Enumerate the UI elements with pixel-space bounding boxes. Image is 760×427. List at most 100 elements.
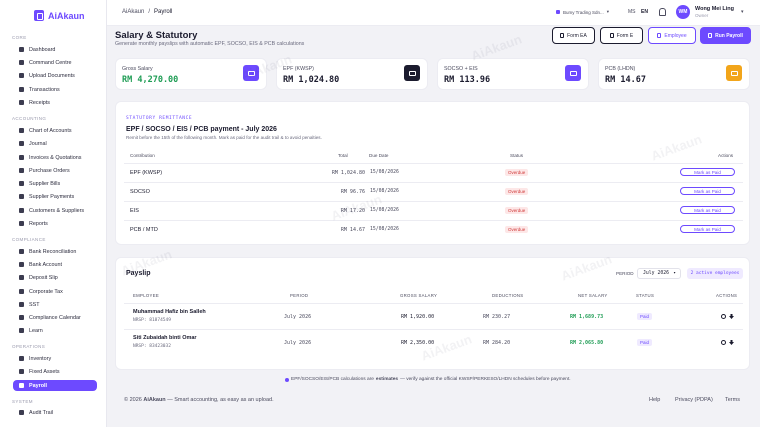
app-logo[interactable]: AiAkaun — [34, 10, 85, 21]
view-icon[interactable] — [721, 340, 726, 345]
form-e-button[interactable]: Form E — [600, 27, 643, 44]
employee-name: Muhammad Hafiz bin Salleh — [133, 309, 206, 315]
sidebar-item-payroll[interactable]: Payroll — [13, 380, 97, 391]
bell-icon[interactable] — [659, 8, 666, 16]
table-row: Siti Zubaidah binti Omar NRSP: 83423032 … — [124, 329, 743, 355]
sidebar-item-chart-of-accounts[interactable]: Chart of Accounts — [13, 125, 97, 136]
user-role: Owner — [695, 13, 709, 18]
sidebar-item-purchase-orders[interactable]: Purchase Orders — [13, 165, 97, 176]
remittance-subtitle: Remit before the 15th of the following m… — [126, 135, 322, 140]
logo-icon — [34, 10, 44, 21]
user-menu-chevron-icon[interactable]: ▾ — [741, 9, 744, 15]
sidebar-item-reports[interactable]: Reports — [13, 218, 97, 229]
stat-card-gross-salary: Gross Salary RM 4,270.00 — [115, 58, 267, 90]
document-icon — [560, 33, 565, 38]
footer-terms-link[interactable]: Terms — [725, 397, 740, 403]
mark-as-paid-button[interactable]: Mark as Paid — [680, 168, 735, 176]
deductions: RM 230.27 — [483, 314, 511, 320]
lang-ms-button[interactable]: MS — [626, 8, 638, 16]
people-icon — [19, 208, 24, 213]
sidebar-item-invoices[interactable]: Invoices & Quotations — [13, 152, 97, 163]
topbar: AiAkaun / Payroll Bumy Trading Sdn... ▾ … — [107, 0, 760, 26]
period-value: July 2026 — [643, 271, 669, 276]
stat-label: SOCSO + EIS — [444, 66, 478, 72]
sidebar-item-supplier-bills[interactable]: Supplier Bills — [13, 178, 97, 189]
employee-button[interactable]: Employee — [648, 27, 696, 44]
col-actions: ACTIONS — [716, 293, 738, 298]
deposit-icon — [19, 275, 24, 280]
sidebar-item-audit-trail[interactable]: Audit Trail — [13, 407, 97, 418]
payment-icon — [19, 194, 24, 199]
box-icon — [19, 356, 24, 361]
sidebar-item-dashboard[interactable]: Dashboard — [13, 44, 97, 55]
sidebar-item-journal[interactable]: Journal — [13, 138, 97, 149]
sidebar-item-fixed-assets[interactable]: Fixed Assets — [13, 366, 97, 377]
play-icon — [708, 33, 713, 38]
mark-as-paid-button[interactable]: Mark as Paid — [680, 206, 735, 214]
download-icon[interactable] — [729, 340, 734, 345]
tax-icon — [19, 289, 24, 294]
col-contribution: Contribution — [130, 153, 155, 158]
footer-privacy-link[interactable]: Privacy (PDPA) — [675, 397, 713, 403]
company-switcher[interactable]: Bumy Trading Sdn... ▾ — [556, 9, 609, 15]
stat-label: EPF (KWSP) — [283, 66, 314, 72]
breadcrumb-current: Payroll — [154, 9, 173, 15]
breadcrumb-root[interactable]: AiAkaun — [122, 9, 144, 15]
sidebar-item-customers-suppliers[interactable]: Customers & Suppliers — [13, 205, 97, 216]
sidebar-item-sst[interactable]: SST — [13, 299, 97, 310]
sidebar-item-learn[interactable]: Learn — [13, 325, 97, 336]
view-icon[interactable] — [721, 314, 726, 319]
contribution-total: RM 96.76 — [340, 189, 365, 195]
sidebar-item-receipts[interactable]: Receipts — [13, 97, 97, 108]
remittance-tag: STATUTORY REMITTANCE — [126, 116, 193, 121]
nav-group-accounting: ACCOUNTING — [12, 116, 47, 121]
mark-as-paid-button[interactable]: Mark as Paid — [680, 225, 735, 233]
lang-en-button[interactable]: EN — [639, 8, 650, 16]
contribution-total: RM 17.20 — [340, 208, 365, 214]
gross-salary: RM 1,920.00 — [401, 314, 435, 320]
form-ea-button[interactable]: Form EA — [552, 27, 595, 44]
sidebar-item-bank-reconciliation[interactable]: Bank Reconciliation — [13, 246, 97, 257]
transactions-icon — [19, 87, 24, 92]
col-net-salary: NET SALARY — [578, 293, 608, 298]
table-row: Muhammad Hafiz bin Salleh NRSP: 81874549… — [124, 303, 743, 329]
employee-id: NRSP: 83423032 — [133, 344, 171, 349]
sidebar: AiAkaun CORE Dashboard Command Centre Up… — [0, 0, 107, 427]
status-badge: Overdue — [505, 188, 529, 195]
sidebar-item-command-centre[interactable]: Command Centre — [13, 57, 97, 68]
sidebar-item-transactions[interactable]: Transactions — [13, 84, 97, 95]
contribution-name: PCB / MTD — [130, 227, 158, 233]
sidebar-item-corporate-tax[interactable]: Corporate Tax — [13, 286, 97, 297]
upload-icon — [19, 73, 24, 78]
cart-icon — [19, 168, 24, 173]
breadcrumb: AiAkaun / Payroll — [122, 9, 172, 15]
percent-icon — [19, 302, 24, 307]
contribution-name: SOCSO — [130, 189, 150, 195]
sidebar-item-compliance-calendar[interactable]: Compliance Calendar — [13, 312, 97, 323]
col-deductions: DEDUCTIONS — [492, 293, 524, 298]
contribution-total: RM 1,024.80 — [331, 170, 365, 176]
employee-name: Siti Zubaidah binti Omar — [133, 335, 197, 341]
payslip-period: July 2026 — [284, 340, 312, 346]
sidebar-item-inventory[interactable]: Inventory — [13, 353, 97, 364]
asset-icon — [19, 369, 24, 374]
sidebar-item-supplier-payments[interactable]: Supplier Payments — [13, 191, 97, 202]
bank-icon — [404, 65, 420, 81]
employee-id: NRSP: 81874549 — [133, 318, 171, 323]
sidebar-item-deposit-slip[interactable]: Deposit Slip — [13, 272, 97, 283]
mark-as-paid-button[interactable]: Mark as Paid — [680, 187, 735, 195]
table-row: SOCSO RM 96.76 15/08/2026 Overdue Mark a… — [124, 182, 743, 201]
download-icon[interactable] — [729, 314, 734, 319]
sidebar-item-upload-documents[interactable]: Upload Documents — [13, 70, 97, 81]
table-row: PCB / MTD RM 14.67 15/08/2026 Overdue Ma… — [124, 220, 743, 239]
footer-help-link[interactable]: Help — [649, 397, 660, 403]
run-payroll-button[interactable]: Run Payroll — [700, 27, 751, 44]
period-select[interactable]: July 2026 ▾ — [637, 268, 681, 279]
due-date: 15/08/2026 — [370, 227, 399, 232]
table-row: EPF (KWSP) RM 1,024.80 15/08/2026 Overdu… — [124, 163, 743, 182]
sidebar-item-bank-account[interactable]: Bank Account — [13, 259, 97, 270]
avatar[interactable]: WM — [676, 5, 690, 19]
command-icon — [19, 60, 24, 65]
status-badge: Paid — [637, 339, 653, 346]
col-employee: EMPLOYEE — [133, 293, 160, 298]
